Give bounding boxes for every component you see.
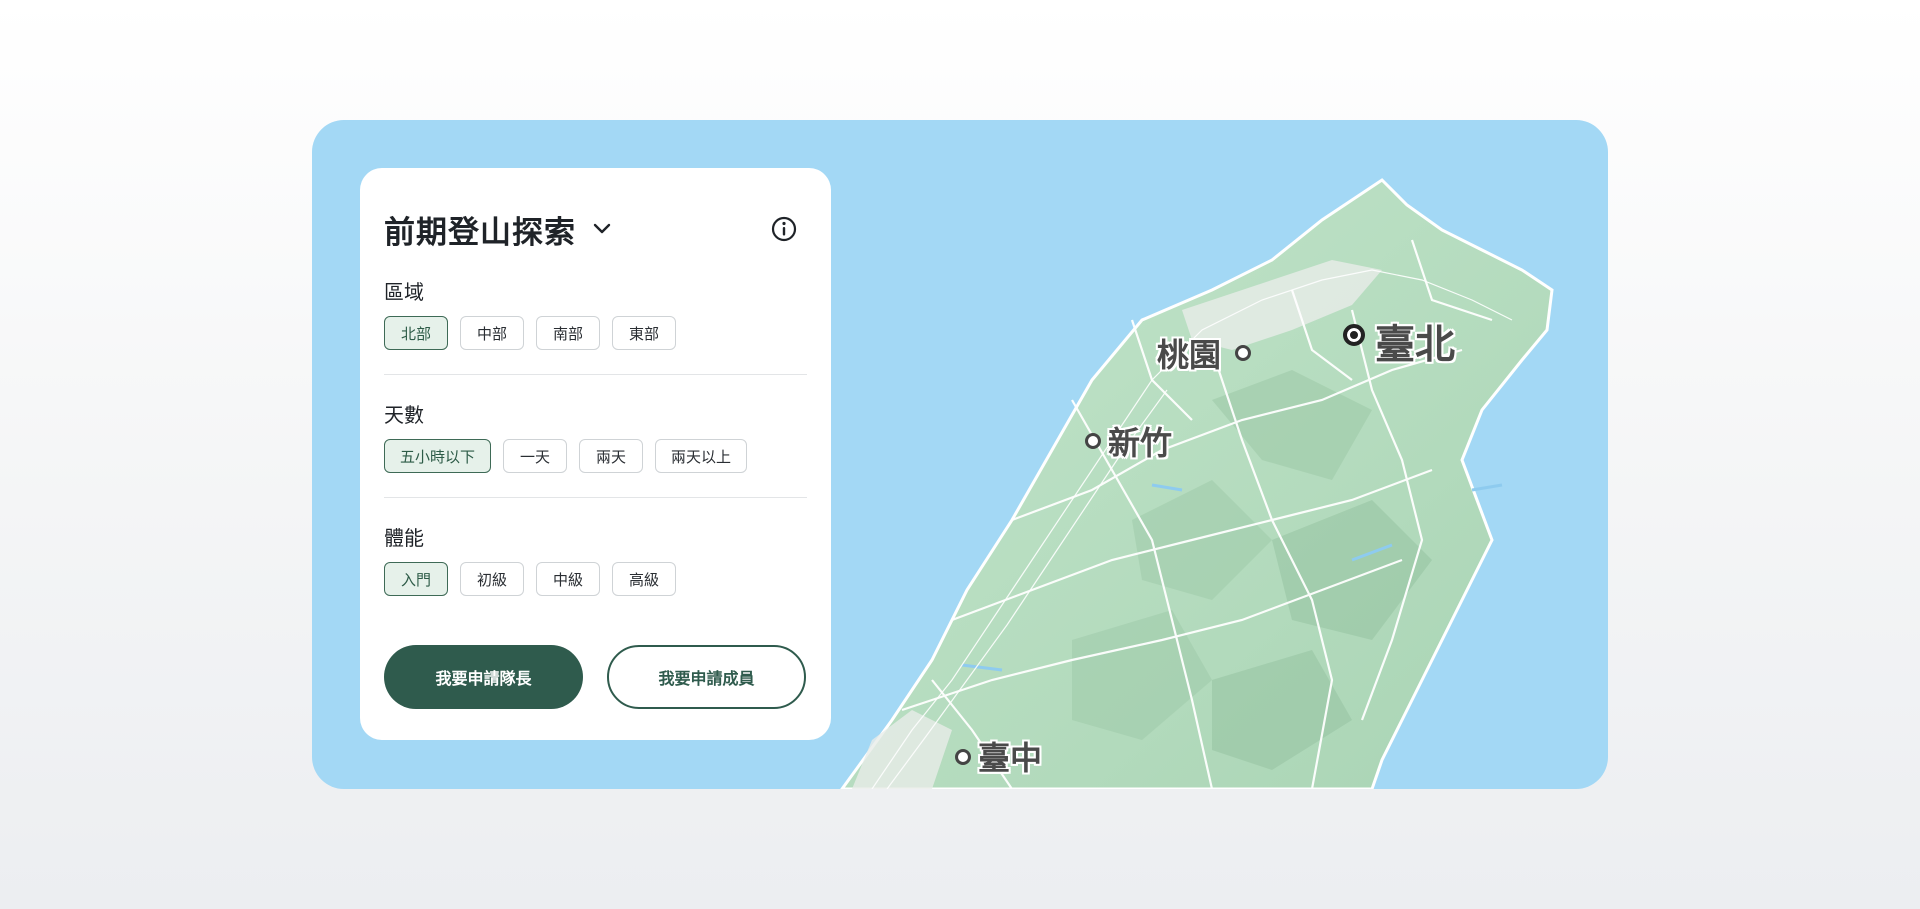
region-option-central[interactable]: 中部 <box>460 316 524 350</box>
region-section: 區域 北部 中部 南部 東部 <box>384 276 807 350</box>
taichung-label: 臺中 <box>978 739 1043 777</box>
days-option-under-five-hours[interactable]: 五小時以下 <box>384 439 492 473</box>
region-option-north[interactable]: 北部 <box>384 316 448 350</box>
taoyuan-marker[interactable] <box>1235 345 1251 361</box>
days-option-over-two-days[interactable]: 兩天以上 <box>655 439 748 473</box>
fitness-option-elementary[interactable]: 初級 <box>460 562 524 596</box>
days-option-two-days[interactable]: 兩天 <box>579 439 644 473</box>
action-buttons: 我要申請隊長 我要申請成員 <box>384 645 806 709</box>
taipei-marker[interactable] <box>1343 324 1365 346</box>
land-area <box>840 178 1554 789</box>
days-option-one-day[interactable]: 一天 <box>503 439 568 473</box>
region-option-east[interactable]: 東部 <box>612 316 676 350</box>
days-label: 天數 <box>384 403 424 427</box>
region-options: 北部 中部 南部 東部 <box>384 316 807 350</box>
fitness-option-advanced[interactable]: 高級 <box>612 562 676 596</box>
section-divider <box>384 497 807 498</box>
section-divider <box>384 374 807 375</box>
region-option-south[interactable]: 南部 <box>536 316 600 350</box>
days-options: 五小時以下 一天 兩天 兩天以上 <box>384 439 807 473</box>
panel-header: 前期登山探索 <box>384 204 807 254</box>
fitness-option-beginner[interactable]: 入門 <box>384 562 448 596</box>
taichung-marker[interactable] <box>955 749 971 765</box>
hsinchu-label: 新竹 <box>1108 424 1173 462</box>
apply-member-button[interactable]: 我要申請成員 <box>607 645 806 709</box>
apply-leader-button[interactable]: 我要申請隊長 <box>384 645 583 709</box>
panel-title: 前期登山探索 <box>384 214 576 251</box>
filter-panel: 前期登山探索 區域 北部 中部 南部 東部 天數 五小時以下 一天 兩天 兩天以… <box>360 168 831 740</box>
taoyuan-label: 桃園 <box>1157 336 1222 374</box>
hsinchu-marker[interactable] <box>1085 433 1101 449</box>
region-label: 區域 <box>384 280 424 304</box>
chevron-down-icon[interactable] <box>590 217 614 241</box>
info-icon[interactable] <box>769 214 799 244</box>
taipei-label: 臺北 <box>1375 322 1455 368</box>
fitness-section: 體能 入門 初級 中級 高級 <box>384 522 807 596</box>
days-section: 天數 五小時以下 一天 兩天 兩天以上 <box>384 399 807 473</box>
fitness-option-intermediate[interactable]: 中級 <box>536 562 600 596</box>
fitness-label: 體能 <box>384 526 424 550</box>
fitness-options: 入門 初級 中級 高級 <box>384 562 807 596</box>
